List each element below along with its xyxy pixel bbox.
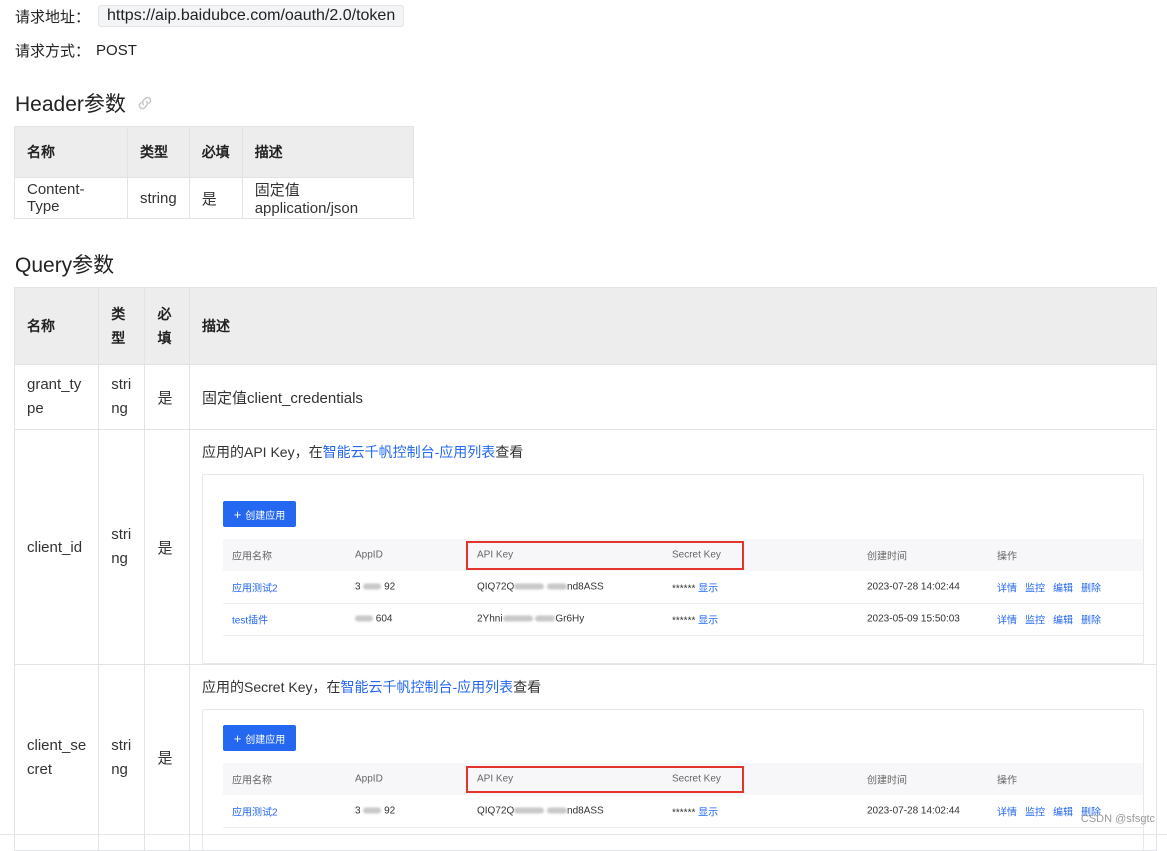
request-url-label: 请求地址： (15, 8, 91, 26)
request-url-line: 请求地址： https://aip.baidubce.com/oauth/2.0… (15, 5, 405, 27)
query-params-title: Query参数 (15, 254, 115, 277)
col-type: 类 型 (98, 287, 146, 365)
create-app-button: + 创建应用 (223, 501, 296, 527)
console-screenshot: + 创建应用 应用名称 AppID API Key Secret Key 创建时间… (202, 709, 1144, 850)
col-created: 创建时间 (867, 551, 907, 563)
col-required: 必 填 (144, 287, 190, 365)
watermark: CSDN @sfsgtc (1080, 813, 1155, 825)
col-appid: AppID (355, 549, 383, 561)
cell-required: 是 (144, 664, 190, 851)
cell-desc: 应用的API Key，在智能云千帆控制台-应用列表查看 + 创建应用 应用名称 A… (189, 429, 1157, 665)
desc-prefix: 应用的Secret Key，在 (202, 679, 341, 695)
col-desc: 描述 (241, 126, 414, 178)
cell-required: 是 (188, 177, 243, 219)
console-app-list-link[interactable]: 智能云千帆控制台-应用列表 (323, 444, 496, 460)
app-api-key: QIQ72Q nd8ASS (477, 581, 604, 593)
table-header-row: 名称 类 型 必 填 描述 (13, 287, 1157, 365)
cell-desc: 固定值application/json (241, 177, 414, 219)
cell-desc: 固定值client_credentials (189, 364, 1157, 430)
app-created: 2023-07-28 14:02:44 (867, 805, 960, 817)
request-url-code: https://aip.baidubce.com/oauth/2.0/token (98, 5, 405, 27)
desc-prefix: 应用的API Key，在 (202, 444, 323, 460)
app-ops: 详情 监控 编辑 删除 (997, 583, 1101, 595)
app-appid: 3 92 (355, 805, 396, 817)
col-app-name: 应用名称 (232, 551, 272, 563)
create-app-button: + 创建应用 (223, 725, 296, 751)
desc-suffix: 查看 (495, 444, 524, 460)
table-row: client_se cret stri ng 是 应用的Secret Key，在… (13, 664, 1157, 851)
request-method-value: POST (96, 42, 137, 59)
app-api-key: 2Yhni Gr6Hy (477, 613, 585, 625)
query-params-heading: Query参数 (15, 249, 114, 279)
cell-desc: 应用的Secret Key，在智能云千帆控制台-应用列表查看 + 创建应用 应用名… (189, 664, 1157, 851)
list-item: test插件 604 2Yhni Gr6Hy ****** 显示 2023-05… (223, 603, 1143, 636)
col-created: 创建时间 (867, 775, 907, 787)
col-desc: 描述 (189, 287, 1157, 365)
col-name: 名称 (14, 126, 128, 178)
header-params-heading: Header参数 (15, 88, 154, 118)
cell-type: string (127, 177, 190, 219)
desc-text: 应用的API Key，在智能云千帆控制台-应用列表查看 (202, 442, 1144, 462)
app-created: 2023-05-09 15:50:03 (867, 613, 960, 625)
highlight-box (466, 541, 744, 570)
app-appid: 3 92 (355, 581, 396, 593)
app-name: 应用测试2 (232, 583, 278, 595)
table-header-row: 名称 类型 必填 描述 (14, 126, 414, 178)
highlight-box (466, 766, 744, 793)
list-item: 应用测试2 3 92 QIQ72Q nd8ASS ****** 显示 2023-… (223, 571, 1143, 604)
table-row: client_id stri ng 是 应用的API Key，在智能云千帆控制台… (13, 429, 1157, 665)
app-secret: ****** 显示 (672, 615, 719, 627)
cell-type: stri ng (98, 364, 146, 430)
col-appid: AppID (355, 773, 383, 785)
col-ops: 操作 (997, 551, 1017, 563)
list-item: 应用测试2 3 92 QIQ72Q nd8ASS ****** 显示 2023-… (223, 795, 1143, 828)
cell-type: stri ng (98, 664, 146, 851)
table-row: Content-Type string 是 固定值application/jso… (14, 177, 414, 219)
request-method-line: 请求方式： POST (15, 40, 137, 61)
desc-suffix: 查看 (513, 679, 542, 695)
desc-text: 应用的Secret Key，在智能云千帆控制台-应用列表查看 (202, 677, 1144, 697)
app-secret: ****** 显示 (672, 807, 719, 819)
cell-name: Content-Type (14, 177, 128, 219)
query-params-table: 名称 类 型 必 填 描述 grant_ty pe stri ng 是 固定值c… (13, 287, 1157, 851)
console-app-list-link[interactable]: 智能云千帆控制台-应用列表 (340, 679, 513, 695)
col-ops: 操作 (997, 775, 1017, 787)
anchor-link-icon[interactable] (136, 94, 154, 112)
cell-required: 是 (144, 364, 190, 430)
request-method-label: 请求方式： (15, 43, 91, 60)
app-name: test插件 (232, 615, 269, 627)
app-created: 2023-07-28 14:02:44 (867, 581, 960, 593)
app-appid: 604 (355, 614, 392, 625)
col-name: 名称 (13, 287, 100, 365)
app-api-key: QIQ72Q nd8ASS (477, 805, 604, 817)
col-required: 必填 (188, 126, 243, 178)
app-secret: ****** 显示 (672, 583, 719, 595)
cell-type: stri ng (98, 429, 146, 665)
table-row: grant_ty pe stri ng 是 固定值client_credenti… (13, 364, 1157, 430)
app-ops: 详情 监控 编辑 删除 (997, 615, 1101, 627)
col-type: 类型 (127, 126, 190, 178)
cell-name: grant_ty pe (13, 364, 100, 430)
app-name: 应用测试2 (232, 807, 278, 819)
header-params-table: 名称 类型 必填 描述 Content-Type string 是 固定值app… (14, 126, 414, 219)
col-app-name: 应用名称 (232, 775, 272, 787)
header-params-title: Header参数 (15, 93, 126, 116)
cell-name: client_se cret (13, 664, 100, 851)
console-screenshot: + 创建应用 应用名称 AppID API Key Secret Key 创建时间… (202, 474, 1144, 664)
cell-name: client_id (13, 429, 100, 665)
cell-required: 是 (144, 429, 190, 665)
